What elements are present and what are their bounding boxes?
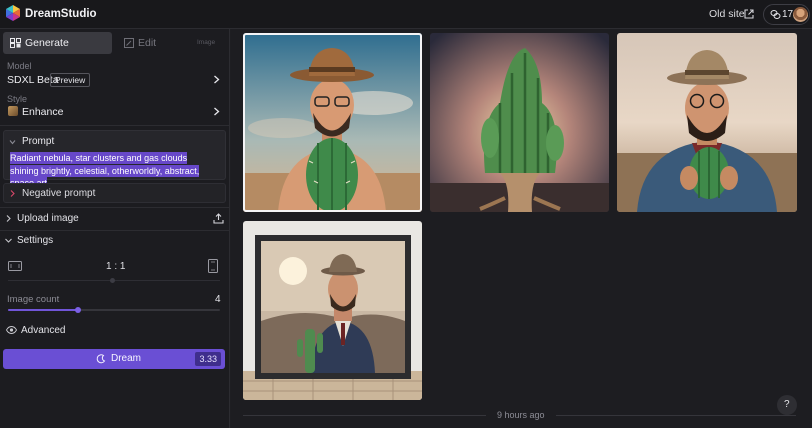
- tab-edit-label: Edit: [138, 37, 157, 49]
- help-icon: ?: [784, 399, 790, 410]
- divider: [0, 207, 229, 208]
- aspect-ratio-handle[interactable]: [110, 278, 115, 283]
- edit-badge: Image: [197, 39, 216, 46]
- image-count-slider[interactable]: [8, 307, 220, 313]
- eye-icon: [6, 326, 17, 334]
- credits-icon: [770, 10, 781, 19]
- aspect-ratio-value: 1 : 1: [106, 261, 126, 272]
- generated-image[interactable]: [243, 33, 422, 212]
- dream-button[interactable]: Dream 3.33: [3, 349, 225, 369]
- prompt-title: Prompt: [22, 136, 55, 147]
- help-button[interactable]: ?: [777, 395, 797, 415]
- mode-tabs: Generate Edit Image: [3, 32, 227, 54]
- timestamp-divider: [243, 415, 486, 416]
- prompt-section[interactable]: Prompt Radiant nebula, star clusters and…: [3, 130, 226, 189]
- divider: [0, 230, 229, 231]
- upload-image-label: Upload image: [17, 213, 79, 224]
- model-label: Model: [7, 61, 32, 71]
- app-brand: DreamStudio: [25, 8, 97, 20]
- image-count-value: 4: [215, 294, 221, 305]
- chevron-down-icon: [5, 238, 12, 243]
- edit-icon: [124, 38, 134, 48]
- advanced-label: Advanced: [21, 325, 66, 336]
- generated-image[interactable]: [430, 33, 609, 212]
- upload-icon[interactable]: [213, 213, 224, 224]
- chevron-right-icon[interactable]: [213, 107, 220, 116]
- chevron-right-icon: [6, 215, 11, 222]
- negative-prompt-section[interactable]: Negative prompt: [3, 183, 226, 203]
- divider: [0, 125, 229, 126]
- image-count-handle[interactable]: [74, 307, 81, 313]
- chevron-down-icon[interactable]: [9, 139, 16, 145]
- avatar[interactable]: [793, 7, 808, 22]
- dreamstudio-logo-icon: [6, 5, 20, 21]
- top-bar: DreamStudio Old site 17: [0, 0, 812, 29]
- model-preview-badge: Preview: [50, 73, 91, 87]
- dream-cost-badge: 3.33: [195, 352, 221, 366]
- aspect-landscape-icon[interactable]: [8, 261, 22, 271]
- tab-generate-label: Generate: [25, 37, 69, 49]
- image-count-label: Image count: [7, 294, 60, 305]
- tab-edit[interactable]: Edit: [120, 32, 170, 54]
- image-count-fill: [8, 309, 78, 311]
- style-thumbnail: [8, 106, 18, 116]
- generated-image[interactable]: [617, 33, 797, 212]
- settings-panel: Generate Edit Image Model SDXL Beta Prev…: [0, 29, 230, 428]
- external-link-icon[interactable]: [744, 9, 754, 19]
- style-label: Style: [7, 94, 28, 104]
- dream-button-label: Dream: [111, 353, 142, 364]
- dream-icon: [96, 354, 106, 364]
- negative-prompt-title: Negative prompt: [22, 188, 96, 199]
- chevron-right-icon[interactable]: [10, 190, 15, 197]
- credits-badge[interactable]: 17: [763, 4, 810, 25]
- aspect-portrait-icon[interactable]: [208, 259, 218, 273]
- credits-count: 17: [782, 9, 794, 20]
- tab-generate[interactable]: Generate: [3, 32, 112, 54]
- generate-icon: [10, 38, 21, 48]
- generated-image[interactable]: [243, 221, 422, 400]
- style-value[interactable]: Enhance: [22, 106, 63, 118]
- old-site-link[interactable]: Old site: [709, 8, 745, 20]
- generation-timestamp: 9 hours ago: [497, 410, 545, 420]
- settings-label: Settings: [17, 235, 54, 246]
- chevron-right-icon[interactable]: [213, 75, 220, 84]
- timestamp-divider: [556, 415, 796, 416]
